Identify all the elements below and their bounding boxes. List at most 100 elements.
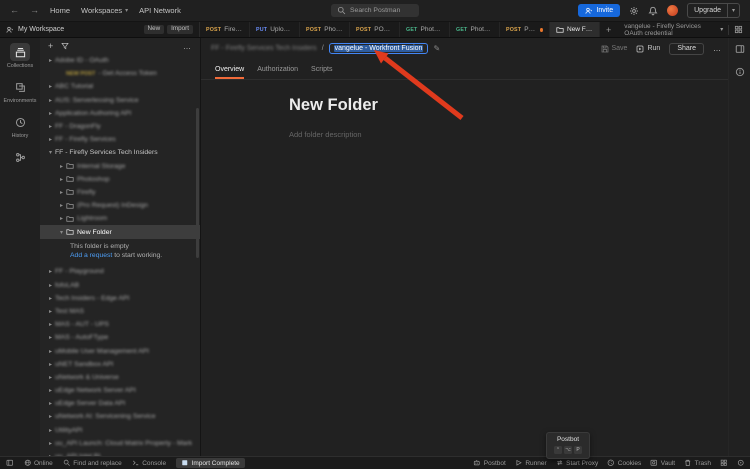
upgrade-button[interactable]: Upgrade ▾ <box>687 3 740 18</box>
status-cookies[interactable]: Cookies <box>607 459 641 467</box>
tree-item[interactable]: ▸ Tech Insiders - Edge API <box>40 292 200 305</box>
new-tab-button[interactable]: + <box>600 22 617 37</box>
tree-item[interactable]: ▾ New Folder <box>40 225 200 239</box>
doc-tab-overview[interactable]: Overview <box>215 59 245 79</box>
home-link[interactable]: Home <box>50 6 70 15</box>
tree-item[interactable]: ▸ MAS - AutoFType <box>40 331 200 344</box>
folder-name-field[interactable]: vangelue - Workfront Fusion <box>328 43 429 54</box>
save-button[interactable]: Save <box>601 45 627 53</box>
environment-selector[interactable]: vangelue - Firefly Services OAuth creden… <box>617 22 750 37</box>
tree-item[interactable]: ▸ uNetwork AI: Servicening Service <box>40 410 200 423</box>
request-tab[interactable]: POST Photos <box>500 22 550 37</box>
tree-item[interactable]: ▸ FF - Playground <box>40 265 200 278</box>
tree-item[interactable]: ▸ Application Authoring API <box>40 107 200 120</box>
tree-item[interactable]: ▸ uMobile User Management API <box>40 344 200 357</box>
shortcut-key: ⌃ <box>554 445 562 454</box>
filter-icon[interactable] <box>61 42 69 50</box>
request-tab[interactable]: POST Firefly - <box>200 22 250 37</box>
sidebar-rail-collections[interactable]: Collections <box>2 43 38 69</box>
tree-item[interactable]: ▸ fofoLAB <box>40 279 200 292</box>
tree-item[interactable]: NEW POST - Get Access Token <box>40 67 200 80</box>
workspace-title[interactable]: My Workspace <box>18 26 64 33</box>
run-button[interactable]: Run <box>636 45 660 53</box>
share-button[interactable]: Share <box>669 42 704 55</box>
doc-tab-scripts[interactable]: Scripts <box>311 59 332 79</box>
chevron-right-icon: ▸ <box>59 203 63 210</box>
sidebar-rail-flows[interactable] <box>2 148 38 166</box>
edit-pencil-icon[interactable]: ✎ <box>433 44 440 53</box>
environment-quick-look-icon[interactable] <box>734 25 743 34</box>
tree-item[interactable]: ▸ Test MAS <box>40 305 200 318</box>
status-sidebar[interactable] <box>6 459 14 467</box>
status-console[interactable]: Console <box>132 459 166 467</box>
import-button[interactable]: Import <box>167 24 193 35</box>
tree-item[interactable]: ▸ Internal Storage <box>40 160 200 173</box>
save-icon <box>601 45 609 53</box>
tree-item-label: Adobe ID - OAuth <box>55 57 109 65</box>
info-icon[interactable] <box>735 67 745 77</box>
nav-back-icon[interactable]: ← <box>10 6 19 15</box>
tab-label: Firefly - <box>224 26 243 33</box>
folder-title[interactable]: New Folder <box>289 96 750 115</box>
new-button[interactable]: New <box>143 24 165 35</box>
nav-forward-icon[interactable]: → <box>30 6 39 15</box>
add-request-link[interactable]: Add a request <box>70 252 112 259</box>
tree-item[interactable]: ▸ uu_API Launch: Cloud Matrix Property -… <box>40 437 200 450</box>
request-tab[interactable]: New Fold <box>550 22 600 37</box>
tree-item[interactable]: ▸ (Pro Request) InDesign <box>40 199 200 212</box>
status-online[interactable]: Online <box>24 459 53 467</box>
status-circle[interactable] <box>737 459 745 467</box>
doc-tab-authorization[interactable]: Authorization <box>257 59 298 79</box>
request-tab[interactable]: PUT Upload f. <box>250 22 300 37</box>
request-tab[interactable]: GET Photosh <box>450 22 500 37</box>
add-collection-button[interactable]: + <box>48 41 53 51</box>
status-start-proxy[interactable]: Start Proxy <box>556 459 598 467</box>
request-tab[interactable]: POST POST - <box>350 22 400 37</box>
sidebar-scrollbar[interactable] <box>196 108 199 258</box>
tree-item[interactable]: ▸ AUS: Serverlessing Service <box>40 94 200 107</box>
status-find-and-replace[interactable]: Find and replace <box>63 459 122 467</box>
tree-item[interactable]: ▸ uEdge Network Server API <box>40 384 200 397</box>
tree-item-label: ABC Tutorial <box>55 83 94 91</box>
folder-icon <box>66 215 74 223</box>
sidebar: Collections Environments History + … ▸ A… <box>0 38 200 456</box>
online-icon <box>24 459 32 467</box>
status-grid[interactable] <box>720 459 728 467</box>
status-import-complete[interactable]: Import Complete <box>176 458 245 468</box>
status-postbot[interactable]: Postbot <box>473 459 506 467</box>
tree-item[interactable]: ▸ Adobe ID - OAuth <box>40 54 200 67</box>
sidebar-rail-environments[interactable]: Environments <box>2 78 38 104</box>
tree-item[interactable]: ▸ MAS - AUT - UPS <box>40 318 200 331</box>
tree-item-label: uEdge Server Data API <box>55 400 126 408</box>
tree-item[interactable]: ▸ UtilityAPI <box>40 424 200 437</box>
request-tab[interactable]: POST Photosh <box>300 22 350 37</box>
workspaces-menu[interactable]: Workspaces ▾ <box>81 6 128 15</box>
chevron-right-icon: ▸ <box>48 427 52 434</box>
settings-gear-icon[interactable] <box>629 6 639 16</box>
tree-item[interactable]: ▸ uEdge Server Data API <box>40 397 200 410</box>
documentation-panel-icon[interactable] <box>735 44 745 54</box>
breadcrumb[interactable]: FF - Firefly Services Tech Insiders <box>211 45 317 52</box>
tree-item[interactable]: ▸ ABC Tutorial <box>40 80 200 93</box>
tree-item[interactable]: ▸ FF - Firefly Services <box>40 133 200 146</box>
status-runner[interactable]: Runner <box>515 459 547 467</box>
tree-item[interactable]: ▸ Photoshop <box>40 173 200 186</box>
tree-item[interactable]: ▾ FF - Firefly Services Tech Insiders <box>40 146 200 159</box>
folder-description-placeholder[interactable]: Add folder description <box>289 130 750 139</box>
tree-item[interactable]: ▸ Lightroom <box>40 212 200 225</box>
notifications-bell-icon[interactable] <box>648 6 658 16</box>
request-tab[interactable]: GET Photosh <box>400 22 450 37</box>
status-vault[interactable]: Vault <box>650 459 675 467</box>
tree-item[interactable]: ▸ Firefly <box>40 186 200 199</box>
avatar[interactable] <box>667 5 679 16</box>
sidebar-rail-history[interactable]: History <box>2 113 38 139</box>
search-input[interactable]: Search Postman <box>331 4 419 17</box>
tree-item[interactable]: ▸ uNET Sandbox API <box>40 358 200 371</box>
api-network-menu[interactable]: API Network <box>139 6 181 15</box>
tree-item[interactable]: ▸ FF - DragonFly <box>40 120 200 133</box>
more-actions-icon[interactable]: … <box>713 44 722 53</box>
status-trash[interactable]: Trash <box>684 459 711 467</box>
invite-button[interactable]: Invite <box>578 4 621 17</box>
more-options-icon[interactable]: … <box>183 42 192 51</box>
tree-item[interactable]: ▸ uNetwork & Universe <box>40 371 200 384</box>
